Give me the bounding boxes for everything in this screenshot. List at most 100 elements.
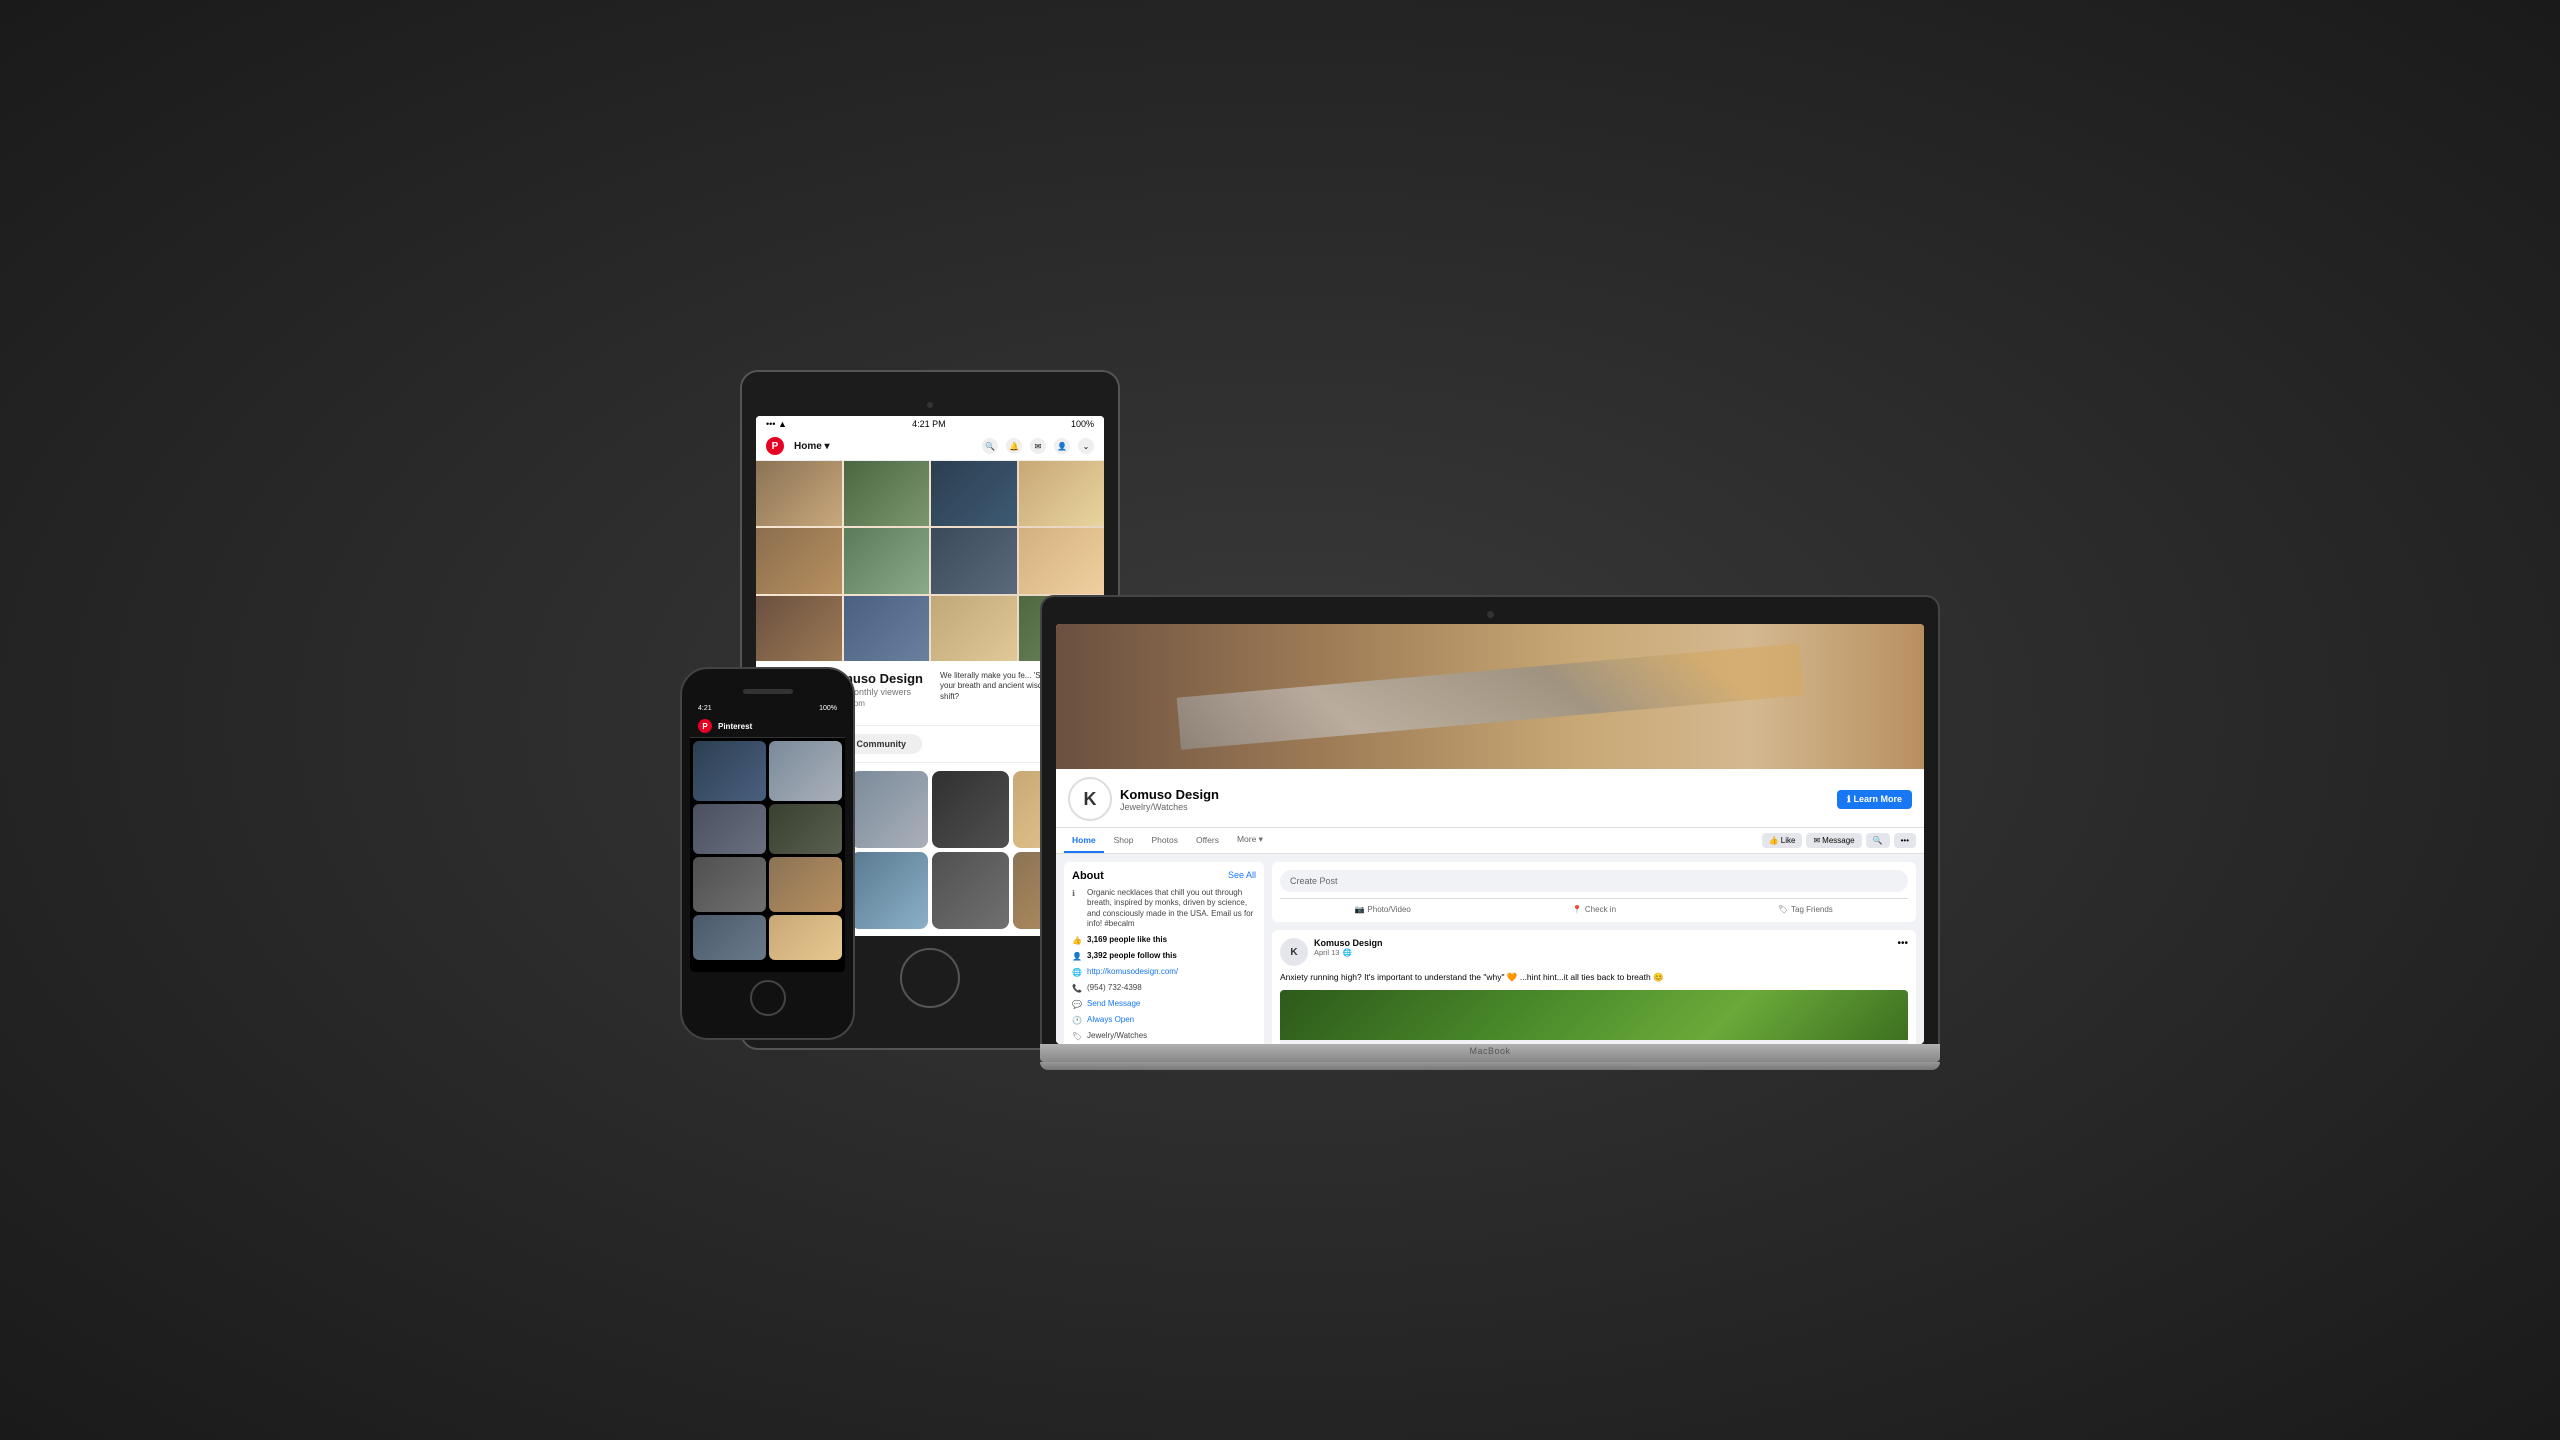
fb-create-post-box: Create Post 📷 Photo/Video 📍 xyxy=(1272,862,1916,922)
iphone-pin-item[interactable] xyxy=(769,915,842,960)
check-in-label: Check in xyxy=(1585,905,1616,914)
messages-icon[interactable]: ✉ xyxy=(1030,438,1046,454)
fb-page-name: Komuso Design xyxy=(1120,787,1829,802)
iphone-pin-item[interactable] xyxy=(693,804,766,854)
fb-action-buttons: 👍 Like ✉ Message 🔍 ••• xyxy=(1762,833,1916,848)
learn-more-button[interactable]: ℹ Learn More xyxy=(1837,790,1912,809)
macbook-base xyxy=(1040,1044,1940,1062)
location-icon: 📍 xyxy=(1572,905,1582,914)
ipad-status-bar: ••• ▲ 4:21 PM 100% xyxy=(756,416,1104,432)
fb-about-likes: 👍 3,169 people like this xyxy=(1072,935,1256,946)
like-button[interactable]: 👍 Like xyxy=(1762,833,1803,848)
pinterest-home-tab[interactable]: Home ▾ xyxy=(794,441,830,452)
fb-post-link-preview[interactable]: https://www.heysigmund.com/what-happens-… xyxy=(1280,990,1908,1044)
info-icon: ℹ xyxy=(1072,889,1082,899)
iphone-pin-item[interactable] xyxy=(693,857,766,912)
profile-icon[interactable]: 👤 xyxy=(1054,438,1070,454)
fb-profile-info: Komuso Design Jewelry/Watches xyxy=(1120,787,1829,812)
fb-about-phone: 📞 (954) 732-4398 xyxy=(1072,983,1256,994)
ipad-dots: ••• ▲ xyxy=(766,419,787,429)
post-more-options[interactable]: ••• xyxy=(1897,938,1908,949)
iphone-app-name: Pinterest xyxy=(718,722,752,731)
iphone-pin-item[interactable] xyxy=(693,741,766,801)
pinterest-logo: P xyxy=(766,437,784,455)
pin-item[interactable] xyxy=(851,852,928,929)
iphone-device: 4:21 100% P Pinterest xyxy=(680,667,855,1040)
search-icon[interactable]: 🔍 xyxy=(982,438,998,454)
pin-item[interactable] xyxy=(932,852,1009,929)
macbook-device: K Komuso Design Jewelry/Watches ℹ Learn … xyxy=(1040,595,1940,1070)
about-label: About xyxy=(1072,870,1104,882)
fb-post-text: Anxiety running high? It's important to … xyxy=(1280,972,1908,984)
iphone-time: 4:21 xyxy=(698,705,712,712)
post-date-text: April 13 xyxy=(1314,948,1339,957)
fb-nav-more[interactable]: More ▾ xyxy=(1229,828,1271,853)
more-icon[interactable]: ⌄ xyxy=(1078,438,1094,454)
check-in-action[interactable]: 📍 Check in xyxy=(1491,905,1696,914)
chat-icon: 💬 xyxy=(1072,1000,1082,1010)
photo-video-label: Photo/Video xyxy=(1367,905,1410,914)
ipad-home-button[interactable] xyxy=(900,948,960,1008)
ipad-camera xyxy=(927,402,933,408)
create-post-button[interactable]: Create Post xyxy=(1280,870,1908,892)
fb-nav-photos[interactable]: Photos xyxy=(1143,829,1185,853)
fb-sidebar: About See All ℹ Organic necklaces that c… xyxy=(1064,862,1264,1044)
hours-text: Always Open xyxy=(1087,1015,1134,1025)
followers-count: 3,392 people follow this xyxy=(1087,951,1177,961)
iphone-battery: 100% xyxy=(819,705,837,712)
message-button[interactable]: ✉ Message xyxy=(1806,833,1861,848)
tag-friends-icon: 🏷 xyxy=(1778,905,1788,914)
fb-nav-offers[interactable]: Offers xyxy=(1188,829,1227,853)
send-message-link[interactable]: Send Message xyxy=(1087,999,1140,1009)
pin-item[interactable] xyxy=(932,771,1009,848)
iphone-pin-item[interactable] xyxy=(693,915,766,960)
fb-nav-shop[interactable]: Shop xyxy=(1106,829,1142,853)
fb-about-box: About See All ℹ Organic necklaces that c… xyxy=(1064,862,1264,1044)
photo-video-action[interactable]: 📷 Photo/Video xyxy=(1280,905,1485,914)
iphone-body: 4:21 100% P Pinterest xyxy=(680,667,855,1040)
fb-about-followers: 👤 3,392 people follow this xyxy=(1072,951,1256,962)
notifications-icon[interactable]: 🔔 xyxy=(1006,438,1022,454)
tag-friends-action[interactable]: 🏷 Tag Friends xyxy=(1703,905,1908,914)
cover-item xyxy=(931,461,1017,526)
fb-page-category: Jewelry/Watches xyxy=(1120,802,1829,812)
cover-item xyxy=(844,461,930,526)
iphone-screen: 4:21 100% P Pinterest xyxy=(690,702,845,972)
fb-about-hours: 🕐 Always Open xyxy=(1072,1015,1256,1026)
iphone-home-button[interactable] xyxy=(750,980,786,1016)
macbook-foot xyxy=(1040,1062,1940,1070)
fb-nav-home[interactable]: Home xyxy=(1064,829,1104,853)
more-options-button[interactable]: ••• xyxy=(1894,833,1916,848)
fb-avatar-letter: K xyxy=(1084,789,1097,810)
macbook-screen: K Komuso Design Jewelry/Watches ℹ Learn … xyxy=(1056,624,1924,1044)
learn-more-icon: ℹ xyxy=(1847,794,1850,805)
iphone-pin-grid xyxy=(690,738,845,963)
pin-item[interactable] xyxy=(851,771,928,848)
search-button[interactable]: 🔍 xyxy=(1866,833,1890,848)
fb-navigation: Home Shop Photos Offers More ▾ 👍 Like ✉ xyxy=(1056,828,1924,854)
iphone-pin-item[interactable] xyxy=(769,804,842,854)
see-all-link[interactable]: See All xyxy=(1228,870,1256,882)
clock-icon: 🕐 xyxy=(1072,1016,1082,1026)
fb-about-category: 🏷 Jewelry/Watches xyxy=(1072,1031,1256,1042)
post-author-avatar: K xyxy=(1280,938,1308,966)
thumbs-up-small-icon: 👍 xyxy=(1072,936,1082,946)
iphone-nav: P Pinterest xyxy=(690,715,845,738)
phone-icon: 📞 xyxy=(1072,984,1082,994)
iphone-pinterest-logo: P xyxy=(698,719,712,733)
iphone-pin-item[interactable] xyxy=(769,857,842,912)
thumbs-up-icon: 👍 xyxy=(1769,836,1779,845)
website-link[interactable]: http://komusodesign.com/ xyxy=(1087,967,1178,977)
fb-main-content: About See All ℹ Organic necklaces that c… xyxy=(1056,854,1924,1044)
fb-page-avatar: K xyxy=(1068,777,1112,821)
message-icon: ✉ xyxy=(1813,836,1820,845)
scene: ••• ▲ 4:21 PM 100% P Home ▾ 🔍 🔔 ✉ 👤 ⌄ xyxy=(680,370,1880,1070)
fb-about-description: ℹ Organic necklaces that chill you out t… xyxy=(1072,888,1256,930)
fb-cover-photo xyxy=(1056,624,1924,769)
person-icon: 👤 xyxy=(1072,952,1082,962)
fb-about-website: 🌐 http://komusodesign.com/ xyxy=(1072,967,1256,978)
cover-item xyxy=(931,596,1017,661)
iphone-pin-item[interactable] xyxy=(769,741,842,801)
cover-item xyxy=(756,461,842,526)
globe-icon: 🌐 xyxy=(1072,968,1082,978)
